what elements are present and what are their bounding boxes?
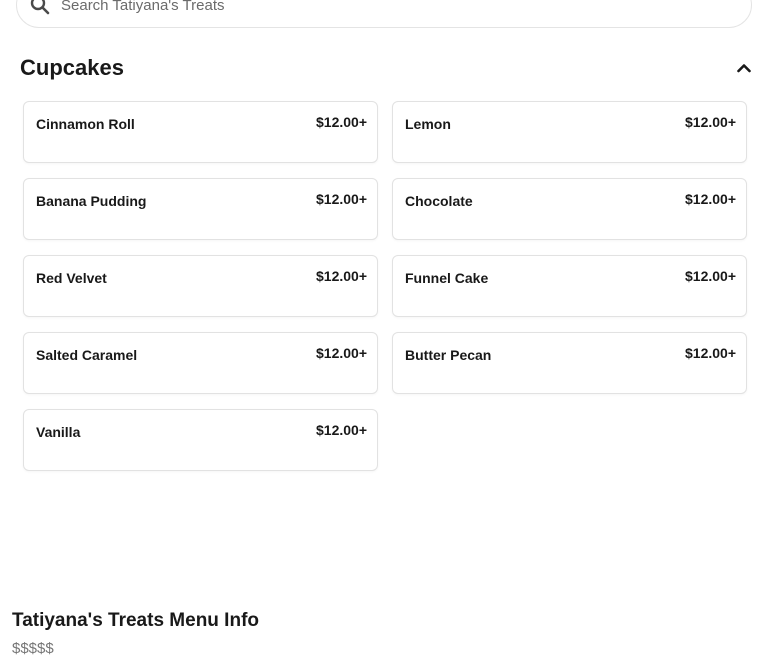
- price-range: $$$$$: [12, 640, 54, 657]
- item-name: Vanilla: [36, 424, 81, 440]
- menu-item-card[interactable]: Cinnamon Roll $12.00+: [23, 101, 378, 163]
- item-name: Lemon: [405, 116, 451, 132]
- section-title: Cupcakes: [20, 55, 124, 80]
- item-name: Banana Pudding: [36, 193, 147, 209]
- item-name: Red Velvet: [36, 270, 107, 286]
- menu-item-card[interactable]: Vanilla $12.00+: [23, 409, 378, 471]
- page: Cupcakes Cinnamon Roll $12.00+ Lemon $12…: [0, 0, 770, 666]
- item-price: $12.00+: [685, 345, 736, 361]
- item-name: Cinnamon Roll: [36, 116, 135, 132]
- section-header[interactable]: Cupcakes: [20, 52, 756, 84]
- item-price: $12.00+: [685, 191, 736, 207]
- search-bar[interactable]: [16, 0, 752, 28]
- menu-item-card[interactable]: Butter Pecan $12.00+: [392, 332, 747, 394]
- search-input[interactable]: [61, 0, 751, 14]
- item-price: $12.00+: [316, 422, 367, 438]
- item-name: Salted Caramel: [36, 347, 138, 363]
- menu-item-card[interactable]: Chocolate $12.00+: [392, 178, 747, 240]
- menu-item-card[interactable]: Funnel Cake $12.00+: [392, 255, 747, 317]
- chevron-up-icon[interactable]: [732, 56, 756, 80]
- item-price: $12.00+: [316, 191, 367, 207]
- item-name: Chocolate: [405, 193, 473, 209]
- menu-item-card[interactable]: Red Velvet $12.00+: [23, 255, 378, 317]
- menu-item-card[interactable]: Lemon $12.00+: [392, 101, 747, 163]
- menu-item-card[interactable]: Salted Caramel $12.00+: [23, 332, 378, 394]
- search-icon: [29, 0, 51, 16]
- item-price: $12.00+: [316, 114, 367, 130]
- item-price: $12.00+: [316, 268, 367, 284]
- item-name: Butter Pecan: [405, 347, 492, 363]
- item-name: Funnel Cake: [405, 270, 489, 286]
- item-price: $12.00+: [685, 268, 736, 284]
- menu-info-title: Tatiyana's Treats Menu Info: [12, 610, 259, 631]
- menu-items-grid: Cinnamon Roll $12.00+ Lemon $12.00+ Bana…: [23, 101, 747, 471]
- menu-item-card[interactable]: Banana Pudding $12.00+: [23, 178, 378, 240]
- item-price: $12.00+: [685, 114, 736, 130]
- item-price: $12.00+: [316, 345, 367, 361]
